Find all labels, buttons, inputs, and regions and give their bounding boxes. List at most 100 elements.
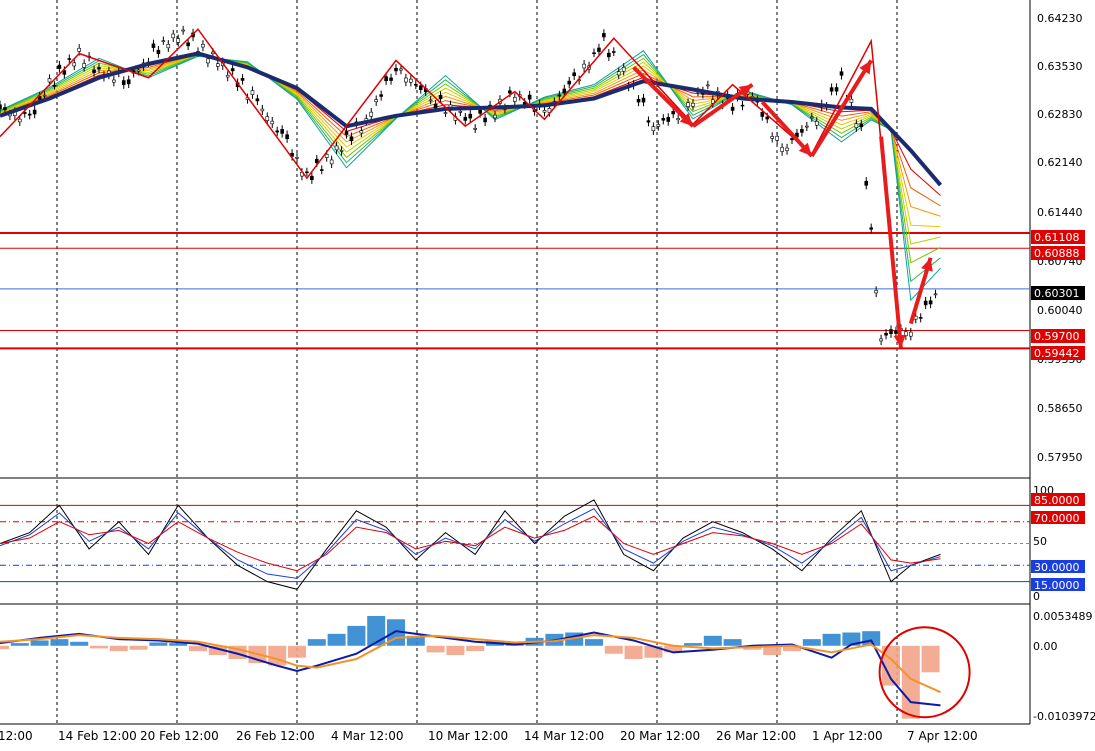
candle-body	[428, 99, 433, 102]
candle-body	[136, 69, 141, 72]
macd-histogram-bar	[624, 645, 643, 660]
candle-body	[676, 118, 680, 121]
stoch-y-tick-label: 50	[1033, 535, 1047, 548]
candle-body	[52, 85, 57, 87]
candle-body	[582, 63, 586, 69]
price-y-tick-label: 0.62830	[1037, 108, 1083, 121]
candle-body	[240, 77, 245, 81]
macd-y-tick-label: 0.0053489	[1033, 610, 1093, 623]
candle-body	[760, 112, 765, 117]
candle-body	[592, 52, 596, 55]
macd-histogram-bar	[50, 639, 69, 646]
x-tick-label: 12:00	[0, 729, 33, 743]
candle-body	[597, 47, 601, 52]
candle-body	[908, 331, 913, 337]
candle-body	[621, 66, 626, 72]
macd-histogram-bar	[921, 645, 940, 673]
price-y-tick-label: 0.60040	[1037, 304, 1083, 317]
candle-body	[112, 79, 116, 83]
candle-body	[433, 103, 438, 109]
macd-histogram-bar	[70, 641, 89, 646]
macd-histogram-bar	[30, 640, 49, 646]
candle-body	[77, 47, 81, 52]
candle-body	[879, 338, 883, 342]
candle-body	[814, 121, 819, 126]
candle-body	[280, 129, 284, 134]
candle-body	[918, 317, 923, 319]
candle-body	[47, 78, 52, 83]
level-badge-label: 0.60301	[1034, 287, 1080, 300]
candle-body	[785, 147, 789, 151]
macd-histogram-bar	[149, 642, 168, 646]
level-badge-label: 0.60888	[1034, 247, 1080, 260]
candle-body	[344, 131, 349, 135]
level-badge-label: 0.59442	[1034, 347, 1080, 360]
candle-body	[512, 97, 517, 102]
price-y-tick-label: 0.57950	[1037, 451, 1083, 464]
candle-body	[602, 33, 606, 38]
x-tick-label: 20 Mar 12:00	[620, 729, 700, 743]
candle-body	[923, 300, 928, 306]
candle-body	[260, 108, 265, 112]
candle-body	[894, 330, 898, 334]
candle-body	[478, 109, 482, 114]
candle-body	[329, 159, 334, 165]
candle-body	[874, 290, 878, 294]
candle-body	[295, 157, 299, 159]
macd-histogram-bar	[446, 645, 465, 656]
candle-body	[869, 227, 874, 230]
candle-body	[775, 135, 779, 141]
candle-body	[121, 80, 126, 85]
macd-histogram-bar	[703, 635, 722, 646]
candle-body	[706, 84, 710, 87]
macd-histogram-bar	[802, 639, 821, 646]
candle-body	[641, 97, 646, 103]
chart-svg: 12:00 14 Feb 12:00 20 Feb 12:00 26 Feb 1…	[0, 0, 1095, 747]
candle-body	[849, 98, 854, 103]
candle-body	[211, 51, 215, 55]
x-tick-label: 4 Mar 12:00	[331, 729, 404, 743]
candle-body	[933, 293, 938, 296]
candle-body	[126, 79, 131, 85]
candle-body	[839, 71, 844, 76]
candle-body	[305, 171, 309, 174]
candle-body	[151, 43, 156, 48]
stoch-level-badge-label: 85.0000	[1034, 494, 1080, 507]
level-badge-label: 0.59700	[1034, 330, 1080, 343]
candle-body	[57, 64, 62, 69]
candle-body	[166, 43, 171, 49]
candle-body	[399, 68, 403, 71]
candle-body	[0, 104, 2, 110]
stoch-level-badge-label: 15.0000	[1034, 579, 1080, 592]
chart-root: 12:00 14 Feb 12:00 20 Feb 12:00 26 Feb 1…	[0, 0, 1095, 747]
candle-body	[463, 116, 468, 121]
candle-body	[636, 98, 641, 103]
candle-body	[508, 90, 512, 94]
x-tick-label: 14 Feb 12:00	[58, 729, 137, 743]
candle-body	[324, 154, 329, 158]
candle-body	[730, 106, 735, 111]
x-tick-label: 7 Apr 12:00	[907, 729, 978, 743]
macd-histogram-bar	[288, 645, 306, 658]
macd-y-tick-label: -0.0103972	[1033, 710, 1095, 723]
candle-body	[800, 129, 804, 133]
candle-body	[32, 109, 37, 115]
candle-body	[216, 63, 220, 67]
candle-body	[384, 76, 388, 82]
candle-body	[369, 111, 374, 117]
macd-histogram-bar	[466, 645, 485, 652]
candle-body	[413, 83, 418, 86]
candle-body	[27, 113, 32, 116]
candle-body	[186, 42, 190, 47]
x-tick-label: 1 Apr 12:00	[812, 729, 883, 743]
price-y-tick-label: 0.64230	[1037, 12, 1083, 25]
macd-histogram-bar	[327, 633, 346, 646]
candle-body	[389, 77, 393, 81]
candle-body	[646, 120, 651, 123]
candle-body	[181, 29, 185, 32]
x-tick-label: 10 Mar 12:00	[428, 729, 508, 743]
candle-body	[864, 180, 869, 186]
x-tick-label: 26 Feb 12:00	[236, 729, 315, 743]
candle-body	[740, 104, 745, 107]
candle-body	[928, 300, 933, 305]
